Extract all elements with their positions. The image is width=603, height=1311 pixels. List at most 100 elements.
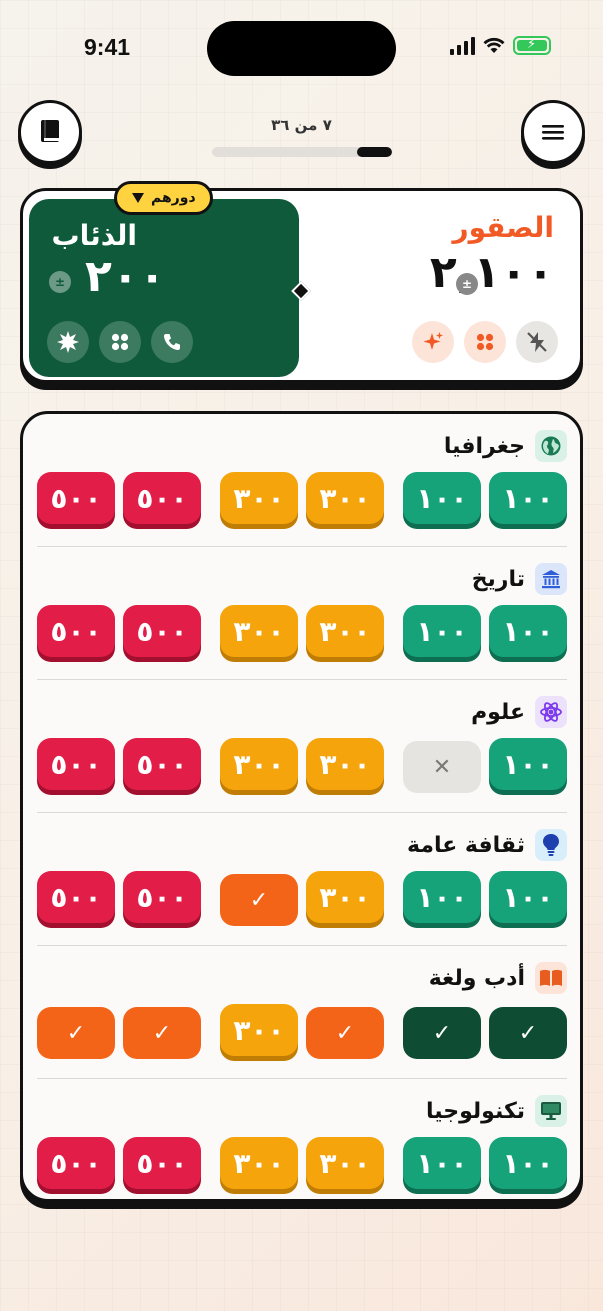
- sparkles-icon: [423, 332, 443, 350]
- category-header: علوم: [471, 696, 567, 728]
- category-divider: [37, 945, 567, 946]
- powerup-call[interactable]: [151, 321, 193, 363]
- four-dots-icon: [111, 333, 129, 351]
- powerup-grid[interactable]: [99, 321, 141, 363]
- category-tiles: ٥٠٠ ٥٠٠ ٣٠٠ ٣٠٠ ١٠٠ ١٠٠: [37, 472, 567, 528]
- team-wolves-adjust-score-button[interactable]: ±: [49, 271, 71, 293]
- powerup-sparkle[interactable]: [412, 321, 454, 363]
- category-header: ثقافة عامة: [407, 829, 567, 861]
- category-header: تاريخ: [472, 563, 567, 595]
- question-tile[interactable]: ٣٠٠: [220, 1004, 298, 1056]
- lightbulb-icon: [535, 829, 567, 861]
- powerup-burst[interactable]: [47, 321, 89, 363]
- team-falcons-adjust-score-button[interactable]: ±: [456, 273, 478, 295]
- category-title: تكنولوجيا: [426, 1098, 525, 1124]
- category-header: جغرافيا: [444, 430, 567, 462]
- question-tile[interactable]: ٥٠٠: [123, 1137, 201, 1189]
- question-tile[interactable]: ٥٠٠: [123, 472, 201, 524]
- question-tile[interactable]: ٣٠٠: [306, 738, 384, 790]
- category-row: تاريخ ٥٠٠ ٥٠٠ ٣٠٠ ٣٠٠ ١٠٠ ١٠٠: [37, 563, 567, 688]
- question-tile[interactable]: ٥٠٠: [37, 1137, 115, 1189]
- answered-tile: ✓: [123, 1007, 201, 1059]
- category-tiles: ✓ ✓ ٣٠٠ ✓ ✓ ✓: [37, 1004, 567, 1060]
- powerup-disabled[interactable]: [516, 321, 558, 363]
- category-tiles: ٥٠٠ ٥٠٠ ٣٠٠ ٣٠٠ ١٠٠ ١٠٠: [37, 1137, 567, 1193]
- question-tile[interactable]: ٥٠٠: [37, 871, 115, 923]
- team-falcons-name: الصقور: [452, 211, 554, 244]
- answered-tile: ✓: [403, 1007, 481, 1059]
- atom-icon: [535, 696, 567, 728]
- category-row: أدب ولغة ✓ ✓ ٣٠٠ ✓ ✓ ✓: [37, 962, 567, 1087]
- question-tile[interactable]: ١٠٠: [489, 738, 567, 790]
- burst-star-icon: [57, 331, 79, 353]
- question-tile[interactable]: ٣٠٠: [220, 1137, 298, 1189]
- team-falcons-powerups: [412, 321, 558, 363]
- question-tile[interactable]: ٣٠٠: [220, 472, 298, 524]
- answered-tile: ✓: [306, 1007, 384, 1059]
- category-divider: [37, 1078, 567, 1079]
- answered-tile: ✓: [37, 1007, 115, 1059]
- question-tile[interactable]: ١٠٠: [403, 472, 481, 524]
- question-tile[interactable]: ٣٠٠: [306, 871, 384, 923]
- category-divider: [37, 679, 567, 680]
- category-row: ثقافة عامة ٥٠٠ ٥٠٠ ✓ ٣٠٠ ١٠٠ ١٠٠: [37, 829, 567, 954]
- question-tile[interactable]: ١٠٠: [489, 605, 567, 657]
- question-tile[interactable]: ٣٠٠: [306, 1137, 384, 1189]
- powerup-grid[interactable]: [464, 321, 506, 363]
- unavailable-tile: ✕: [403, 741, 481, 793]
- question-tile[interactable]: ٥٠٠: [37, 738, 115, 790]
- category-tiles: ٥٠٠ ٥٠٠ ٣٠٠ ٣٠٠ ✕ ١٠٠: [37, 738, 567, 794]
- category-header: أدب ولغة: [429, 962, 567, 994]
- category-row: جغرافيا ٥٠٠ ٥٠٠ ٣٠٠ ٣٠٠ ١٠٠ ١٠٠: [37, 430, 567, 555]
- question-progress-label: ٧ من ٣٦: [271, 116, 332, 134]
- monitor-icon: [535, 1095, 567, 1127]
- open-book-icon: [535, 962, 567, 994]
- status-icons: ⚡: [450, 36, 551, 55]
- team-wolves-name: الذئاب: [51, 219, 137, 252]
- status-bar: 9:41 ⚡: [0, 0, 603, 90]
- question-progress-bar: [212, 147, 392, 157]
- cellular-signal-icon: [450, 36, 475, 55]
- answered-tile: ✓: [220, 874, 298, 926]
- team-wolves-score: ٢٠٠: [85, 251, 166, 302]
- team-wolves-powerups: [47, 321, 193, 363]
- question-progress-fill: [357, 147, 392, 157]
- battery-icon: ⚡: [513, 36, 551, 55]
- question-tile[interactable]: ٥٠٠: [37, 472, 115, 524]
- category-tiles: ٥٠٠ ٥٠٠ ٣٠٠ ٣٠٠ ١٠٠ ١٠٠: [37, 605, 567, 661]
- team-wolves-panel[interactable]: الذئاب ٢٠٠ ± دورهم: [29, 181, 299, 377]
- category-title: جغرافيا: [443, 433, 525, 459]
- question-tile[interactable]: ١٠٠: [403, 605, 481, 657]
- category-header: تكنولوجيا: [426, 1095, 567, 1127]
- question-tile[interactable]: ١٠٠: [489, 1137, 567, 1189]
- turn-indicator-label: دورهم: [151, 190, 196, 206]
- museum-icon: [535, 563, 567, 595]
- category-tiles: ٥٠٠ ٥٠٠ ✓ ٣٠٠ ١٠٠ ١٠٠: [37, 871, 567, 927]
- four-dots-icon: [476, 333, 494, 351]
- category-title: تاريخ: [471, 566, 525, 592]
- question-tile[interactable]: ١٠٠: [489, 472, 567, 524]
- team-falcons-score: ٢,١٠٠: [429, 247, 554, 298]
- turn-indicator-badge: دورهم: [114, 181, 213, 215]
- question-tile[interactable]: ٣٠٠: [306, 605, 384, 657]
- status-time: 9:41: [84, 34, 131, 60]
- question-tile[interactable]: ١٠٠: [489, 871, 567, 923]
- question-tile[interactable]: ٥٠٠: [123, 738, 201, 790]
- lightning-off-icon: [527, 332, 547, 352]
- question-tile[interactable]: ٥٠٠: [37, 605, 115, 657]
- question-tile[interactable]: ٥٠٠: [123, 605, 201, 657]
- question-tile[interactable]: ١٠٠: [403, 1137, 481, 1189]
- question-tile[interactable]: ١٠٠: [403, 871, 481, 923]
- answered-tile: ✓: [489, 1007, 567, 1059]
- question-tile[interactable]: ٣٠٠: [220, 738, 298, 790]
- menu-button[interactable]: [521, 100, 585, 164]
- phone-icon: [163, 334, 180, 351]
- category-title: ثقافة عامة: [406, 832, 525, 858]
- category-divider: [37, 812, 567, 813]
- category-divider: [37, 546, 567, 547]
- category-title: أدب ولغة: [428, 965, 525, 991]
- category-row: تكنولوجيا ٥٠٠ ٥٠٠ ٣٠٠ ٣٠٠ ١٠٠ ١٠٠: [37, 1095, 567, 1220]
- question-tile[interactable]: ٥٠٠: [123, 871, 201, 923]
- question-tile[interactable]: ٣٠٠: [220, 605, 298, 657]
- question-tile[interactable]: ٣٠٠: [306, 472, 384, 524]
